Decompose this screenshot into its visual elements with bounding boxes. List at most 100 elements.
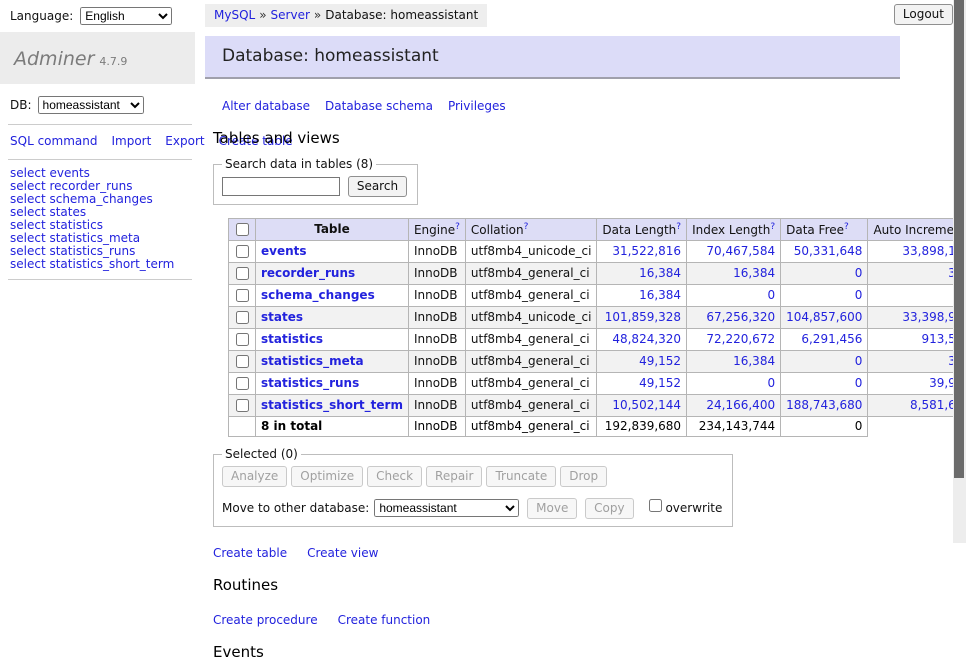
truncate-button[interactable]: Truncate <box>486 466 556 487</box>
data-length-link[interactable]: 16,384 <box>639 288 681 302</box>
sidebar-item-select-statistics-meta[interactable]: select statistics_meta <box>10 232 195 245</box>
help-icon[interactable]: ? <box>455 222 460 232</box>
index-length-link[interactable]: 16,384 <box>733 354 775 368</box>
data-free-link[interactable]: 50,331,648 <box>794 244 863 258</box>
sidebar-item-select-states[interactable]: select states <box>10 206 195 219</box>
copy-button[interactable]: Copy <box>585 498 633 519</box>
create-view-link[interactable]: Create view <box>307 546 378 560</box>
table-link-statistics-runs[interactable]: statistics_runs <box>261 376 359 390</box>
sidebar-item-select-statistics-runs[interactable]: select statistics_runs <box>10 245 195 258</box>
create-table-link[interactable]: Create table <box>213 546 287 560</box>
data-free-link[interactable]: 0 <box>855 376 863 390</box>
sidebar-item-select-recorder-runs[interactable]: select recorder_runs <box>10 180 195 193</box>
logout-button[interactable]: Logout <box>894 4 953 25</box>
index-length-link[interactable]: 72,220,672 <box>706 332 775 346</box>
data-length-link[interactable]: 48,824,320 <box>612 332 681 346</box>
row-checkbox-events[interactable] <box>236 245 249 258</box>
scrollbar-thumb[interactable] <box>954 0 964 478</box>
sidebar-action-sql-command[interactable]: SQL command <box>10 134 97 148</box>
search-input[interactable] <box>222 177 340 196</box>
check-button[interactable]: Check <box>367 466 422 487</box>
language-select[interactable]: English <box>80 7 172 25</box>
engine-cell: InnoDB <box>408 373 465 395</box>
breadcrumb-link-server[interactable]: Server <box>271 8 310 22</box>
data-length-link[interactable]: 31,522,816 <box>612 244 681 258</box>
data-length-link[interactable]: 10,502,144 <box>612 398 681 412</box>
index-length-link[interactable]: 0 <box>767 288 775 302</box>
index-length-link[interactable]: 67,256,320 <box>706 310 775 324</box>
table-row: statisticsInnoDButf8mb4_general_ci48,824… <box>229 329 966 351</box>
select-all-checkbox[interactable] <box>236 223 249 236</box>
auto-increment-cell: 378 <box>868 263 966 285</box>
analyze-button[interactable]: Analyze <box>222 466 287 487</box>
data-length-link[interactable]: 101,859,328 <box>605 310 681 324</box>
index-length-link[interactable]: 0 <box>767 376 775 390</box>
db-link-privileges[interactable]: Privileges <box>448 99 506 113</box>
create-procedure-link[interactable]: Create procedure <box>213 613 318 627</box>
total-data-length-cell: 192,839,680 <box>597 417 687 437</box>
optimize-button[interactable]: Optimize <box>291 466 363 487</box>
sidebar-action-export[interactable]: Export <box>165 134 204 148</box>
table-link-schema-changes[interactable]: schema_changes <box>261 288 375 302</box>
row-checkbox-statistics-short-term[interactable] <box>236 399 249 412</box>
data-free-link[interactable]: 104,857,600 <box>786 310 862 324</box>
data-free-link[interactable]: 0 <box>855 354 863 368</box>
data-length-cell: 10,502,144 <box>597 395 687 417</box>
create-function-link[interactable]: Create function <box>338 613 431 627</box>
row-checkbox-recorder-runs[interactable] <box>236 267 249 280</box>
repair-button[interactable]: Repair <box>426 466 482 487</box>
column-help-data-free: ? <box>844 222 849 232</box>
move-db-select[interactable]: homeassistant <box>374 499 519 517</box>
breadcrumb-separator: » <box>314 8 321 22</box>
sidebar-item-select-events[interactable]: select events <box>10 167 195 180</box>
overwrite-checkbox[interactable] <box>649 499 662 512</box>
table-link-events[interactable]: events <box>261 244 307 258</box>
breadcrumb-current: Database: homeassistant <box>325 8 478 22</box>
move-button[interactable]: Move <box>527 498 577 519</box>
row-checkbox-statistics-meta[interactable] <box>236 355 249 368</box>
table-name-cell: statistics_meta <box>256 351 409 373</box>
breadcrumb-link-mysql[interactable]: MySQL <box>214 8 255 22</box>
sidebar-item-select-schema-changes[interactable]: select schema_changes <box>10 193 195 206</box>
column-header-auto-increment: Auto Increment? <box>868 219 966 241</box>
table-link-statistics[interactable]: statistics <box>261 332 323 346</box>
row-checkbox-states[interactable] <box>236 311 249 324</box>
index-length-link[interactable]: 24,166,400 <box>706 398 775 412</box>
data-free-link[interactable]: 0 <box>855 266 863 280</box>
index-length-link[interactable]: 70,467,584 <box>706 244 775 258</box>
help-icon[interactable]: ? <box>844 222 849 232</box>
search-button[interactable]: Search <box>348 176 407 197</box>
db-link-database-schema[interactable]: Database schema <box>325 99 433 113</box>
index-length-cell: 0 <box>687 285 781 307</box>
data-free-link[interactable]: 6,291,456 <box>801 332 862 346</box>
index-length-link[interactable]: 16,384 <box>733 266 775 280</box>
vertical-scrollbar[interactable] <box>953 0 966 543</box>
sidebar-action-import[interactable]: Import <box>111 134 151 148</box>
sidebar-item-select-statistics[interactable]: select statistics <box>10 219 195 232</box>
db-link-alter-database[interactable]: Alter database <box>222 99 310 113</box>
row-checkbox-schema-changes[interactable] <box>236 289 249 302</box>
overwrite-option[interactable]: overwrite <box>645 501 722 515</box>
table-link-statistics-short-term[interactable]: statistics_short_term <box>261 398 403 412</box>
table-link-states[interactable]: states <box>261 310 303 324</box>
table-link-statistics-meta[interactable]: statistics_meta <box>261 354 364 368</box>
auto-increment-cell: 33,398,984 <box>868 307 966 329</box>
row-checkbox-statistics[interactable] <box>236 333 249 346</box>
help-icon[interactable]: ? <box>770 222 775 232</box>
help-icon[interactable]: ? <box>676 222 681 232</box>
drop-button[interactable]: Drop <box>560 466 607 487</box>
data-free-link[interactable]: 188,743,680 <box>786 398 862 412</box>
data-free-link[interactable]: 0 <box>855 288 863 302</box>
total-label-cell: 8 in total <box>256 417 409 437</box>
help-icon[interactable]: ? <box>524 222 529 232</box>
data-length-link[interactable]: 49,152 <box>639 376 681 390</box>
data-length-link[interactable]: 49,152 <box>639 354 681 368</box>
data-length-cell: 31,522,816 <box>597 241 687 263</box>
data-length-link[interactable]: 16,384 <box>639 266 681 280</box>
db-select[interactable]: homeassistant <box>38 96 144 114</box>
sidebar-item-select-statistics-short-term[interactable]: select statistics_short_term <box>10 258 195 271</box>
table-link-recorder-runs[interactable]: recorder_runs <box>261 266 355 280</box>
collation-cell: utf8mb4_general_ci <box>465 373 597 395</box>
row-checkbox-statistics-runs[interactable] <box>236 377 249 390</box>
engine-cell: InnoDB <box>408 395 465 417</box>
